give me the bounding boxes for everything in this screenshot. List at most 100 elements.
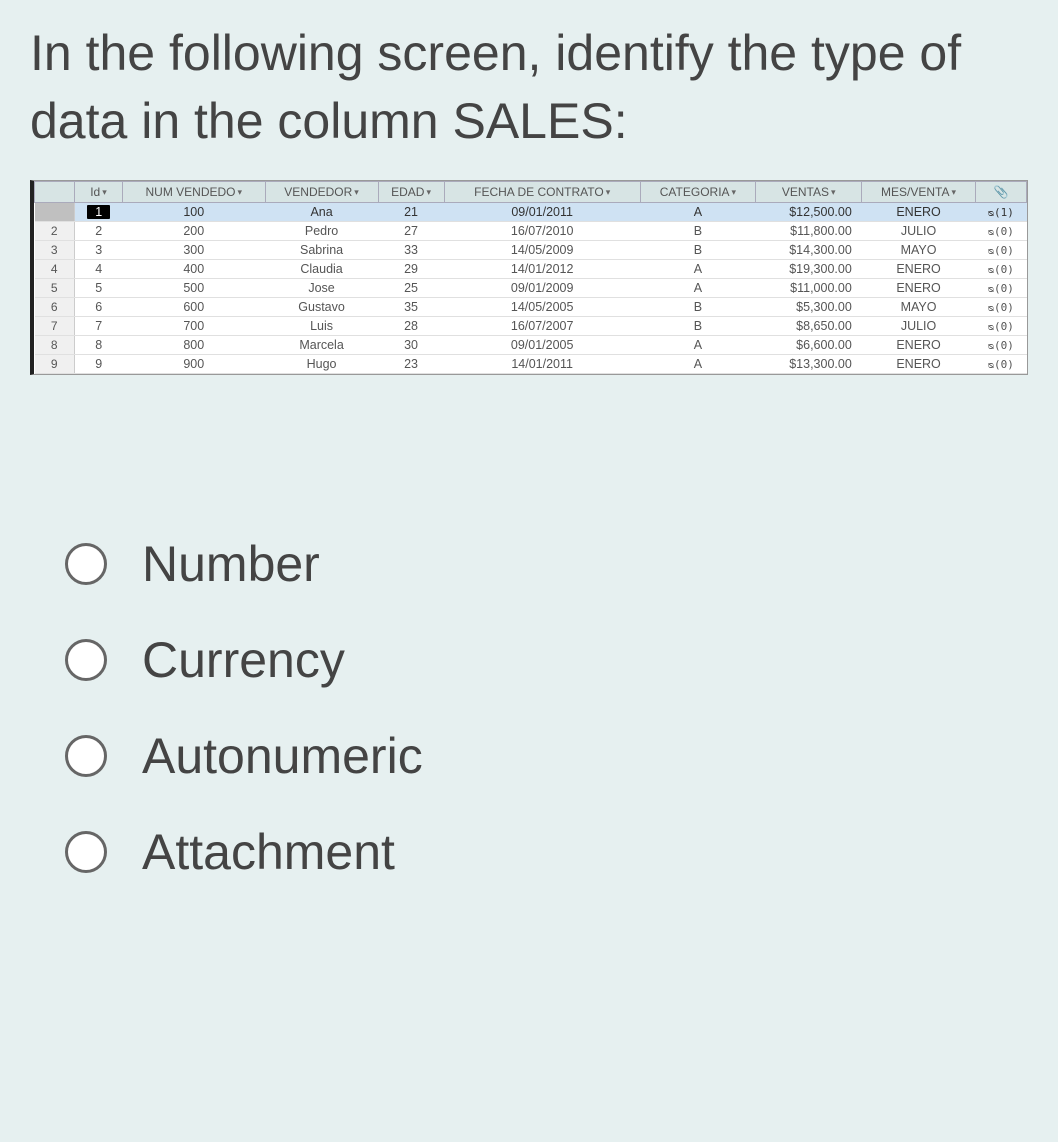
option-autonumeric[interactable]: Autonumeric (65, 727, 1028, 785)
vendedor-cell[interactable]: Pedro (265, 222, 378, 241)
dropdown-icon[interactable]: ▾ (102, 187, 107, 198)
row-number-cell[interactable]: 2 (35, 222, 75, 241)
vendedor-cell[interactable]: Sabrina (265, 241, 378, 260)
mes-venta-cell[interactable]: MAYO (862, 241, 976, 260)
col-num-vendedo[interactable]: NUM VENDEDO▾ (122, 182, 265, 203)
ventas-cell[interactable]: $14,300.00 (756, 241, 862, 260)
fecha-cell[interactable]: 09/01/2009 (444, 279, 640, 298)
fecha-cell[interactable]: 14/01/2012 (444, 260, 640, 279)
num-vendedo-cell[interactable]: 400 (122, 260, 265, 279)
categoria-cell[interactable]: A (640, 260, 755, 279)
radio-icon[interactable] (65, 735, 107, 777)
fecha-cell[interactable]: 16/07/2007 (444, 317, 640, 336)
vendedor-cell[interactable]: Ana (265, 203, 378, 222)
dropdown-icon[interactable]: ▾ (606, 187, 611, 198)
col-mes-venta[interactable]: MES/VENTA▾ (862, 182, 976, 203)
col-rownum[interactable] (35, 182, 75, 203)
ventas-cell[interactable]: $6,600.00 (756, 336, 862, 355)
table-row[interactable]: 22200Pedro2716/07/2010B$11,800.00JULIOᴓ(… (35, 222, 1027, 241)
edad-cell[interactable]: 35 (378, 298, 444, 317)
vendedor-cell[interactable]: Luis (265, 317, 378, 336)
fecha-cell[interactable]: 09/01/2011 (444, 203, 640, 222)
id-cell[interactable]: 8 (75, 336, 123, 355)
attachment-cell[interactable]: ᴓ(0) (975, 336, 1026, 355)
edad-cell[interactable]: 28 (378, 317, 444, 336)
num-vendedo-cell[interactable]: 900 (122, 355, 265, 374)
ventas-cell[interactable]: $11,800.00 (756, 222, 862, 241)
categoria-cell[interactable]: A (640, 203, 755, 222)
mes-venta-cell[interactable]: ENERO (862, 279, 976, 298)
row-number-cell[interactable] (35, 203, 75, 222)
table-row[interactable]: 77700Luis2816/07/2007B$8,650.00JULIOᴓ(0) (35, 317, 1027, 336)
col-fecha[interactable]: FECHA DE CONTRATO▾ (444, 182, 640, 203)
col-categoria[interactable]: CATEGORIA▾ (640, 182, 755, 203)
attachment-cell[interactable]: ᴓ(0) (975, 241, 1026, 260)
edad-cell[interactable]: 30 (378, 336, 444, 355)
num-vendedo-cell[interactable]: 500 (122, 279, 265, 298)
edad-cell[interactable]: 25 (378, 279, 444, 298)
ventas-cell[interactable]: $11,000.00 (756, 279, 862, 298)
num-vendedo-cell[interactable]: 100 (122, 203, 265, 222)
option-number[interactable]: Number (65, 535, 1028, 593)
ventas-cell[interactable]: $8,650.00 (756, 317, 862, 336)
num-vendedo-cell[interactable]: 300 (122, 241, 265, 260)
table-row[interactable]: 44400Claudia2914/01/2012A$19,300.00ENERO… (35, 260, 1027, 279)
categoria-cell[interactable]: A (640, 279, 755, 298)
col-edad[interactable]: EDAD▾ (378, 182, 444, 203)
attachment-cell[interactable]: ᴓ(0) (975, 355, 1026, 374)
id-cell[interactable]: 9 (75, 355, 123, 374)
num-vendedo-cell[interactable]: 800 (122, 336, 265, 355)
num-vendedo-cell[interactable]: 600 (122, 298, 265, 317)
row-number-cell[interactable]: 7 (35, 317, 75, 336)
id-cell[interactable]: 7 (75, 317, 123, 336)
row-number-cell[interactable]: 8 (35, 336, 75, 355)
id-cell[interactable]: 5 (75, 279, 123, 298)
attachment-cell[interactable]: ᴓ(0) (975, 279, 1026, 298)
dropdown-icon[interactable]: ▾ (952, 187, 957, 198)
fecha-cell[interactable]: 14/01/2011 (444, 355, 640, 374)
mes-venta-cell[interactable]: JULIO (862, 317, 976, 336)
dropdown-icon[interactable]: ▾ (354, 187, 359, 198)
categoria-cell[interactable]: A (640, 336, 755, 355)
edad-cell[interactable]: 27 (378, 222, 444, 241)
edad-cell[interactable]: 21 (378, 203, 444, 222)
option-attachment[interactable]: Attachment (65, 823, 1028, 881)
id-cell[interactable]: 6 (75, 298, 123, 317)
dropdown-icon[interactable]: ▾ (831, 187, 836, 198)
id-cell[interactable]: 1 (75, 203, 123, 222)
col-vendedor[interactable]: VENDEDOR▾ (265, 182, 378, 203)
edad-cell[interactable]: 29 (378, 260, 444, 279)
fecha-cell[interactable]: 16/07/2010 (444, 222, 640, 241)
vendedor-cell[interactable]: Jose (265, 279, 378, 298)
dropdown-icon[interactable]: ▾ (238, 187, 243, 198)
attachment-cell[interactable]: ᴓ(0) (975, 260, 1026, 279)
edad-cell[interactable]: 23 (378, 355, 444, 374)
vendedor-cell[interactable]: Gustavo (265, 298, 378, 317)
mes-venta-cell[interactable]: ENERO (862, 203, 976, 222)
fecha-cell[interactable]: 14/05/2009 (444, 241, 640, 260)
attachment-cell[interactable]: ᴓ(0) (975, 298, 1026, 317)
col-attachment[interactable]: 📎 (975, 182, 1026, 203)
mes-venta-cell[interactable]: MAYO (862, 298, 976, 317)
attachment-cell[interactable]: ᴓ(1) (975, 203, 1026, 222)
table-row[interactable]: 66600Gustavo3514/05/2005B$5,300.00MAYOᴓ(… (35, 298, 1027, 317)
ventas-cell[interactable]: $5,300.00 (756, 298, 862, 317)
ventas-cell[interactable]: $13,300.00 (756, 355, 862, 374)
mes-venta-cell[interactable]: ENERO (862, 336, 976, 355)
categoria-cell[interactable]: A (640, 355, 755, 374)
num-vendedo-cell[interactable]: 200 (122, 222, 265, 241)
id-cell[interactable]: 4 (75, 260, 123, 279)
categoria-cell[interactable]: B (640, 241, 755, 260)
row-number-cell[interactable]: 4 (35, 260, 75, 279)
categoria-cell[interactable]: B (640, 317, 755, 336)
vendedor-cell[interactable]: Marcela (265, 336, 378, 355)
id-cell[interactable]: 2 (75, 222, 123, 241)
radio-icon[interactable] (65, 639, 107, 681)
fecha-cell[interactable]: 14/05/2005 (444, 298, 640, 317)
col-id[interactable]: Id▾ (75, 182, 123, 203)
num-vendedo-cell[interactable]: 700 (122, 317, 265, 336)
dropdown-icon[interactable]: ▾ (426, 187, 431, 198)
option-currency[interactable]: Currency (65, 631, 1028, 689)
id-cell[interactable]: 3 (75, 241, 123, 260)
attachment-cell[interactable]: ᴓ(0) (975, 222, 1026, 241)
